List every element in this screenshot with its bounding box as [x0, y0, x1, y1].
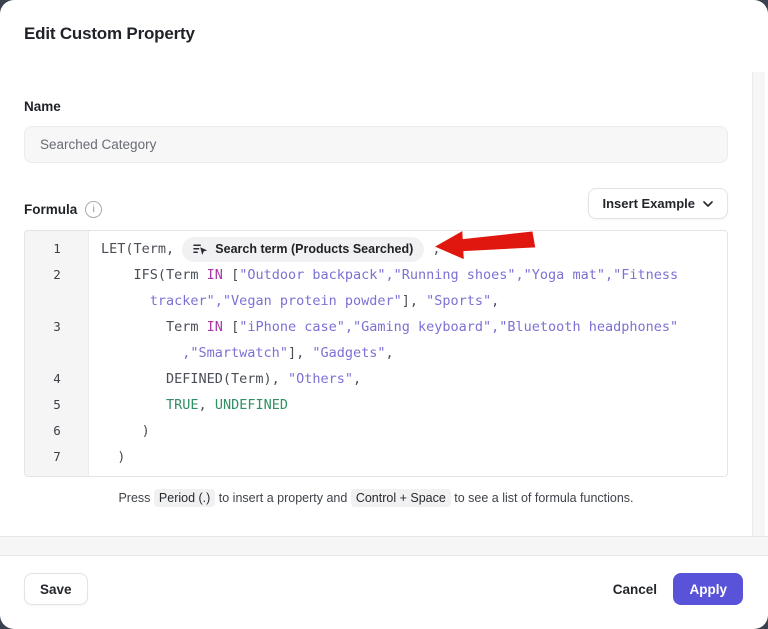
code-line: TRUE, UNDEFINED [89, 392, 288, 418]
code-line: Term IN ["iPhone case","Gaming keyboard"… [89, 314, 678, 366]
code-token [101, 345, 182, 361]
code-token: ) [101, 423, 150, 439]
code-token: IN [207, 319, 223, 335]
formula-editor[interactable]: 1LET(Term, Search term (Products Searche… [24, 230, 728, 477]
code-token: "iPhone case","Gaming keyboard","Bluetoo… [239, 319, 678, 335]
code-line: ) [89, 418, 150, 444]
code-token: , [199, 397, 215, 413]
code-line: ) [89, 444, 125, 470]
formula-label: Formula [24, 202, 77, 217]
hint-text: Press [118, 491, 153, 505]
code-token: LET(Term, [101, 241, 182, 257]
code-token: [ [223, 267, 239, 283]
name-label: Name [24, 99, 61, 114]
editor-line: 3 Term IN ["iPhone case","Gaming keyboar… [25, 314, 727, 366]
vertical-scrollbar[interactable] [752, 72, 765, 536]
line-number: 6 [25, 418, 89, 444]
property-chip-label: Search term (Products Searched) [215, 236, 413, 262]
horizontal-scrollbar[interactable] [0, 536, 768, 556]
editor-line: 1LET(Term, Search term (Products Searche… [25, 236, 727, 262]
code-line: DEFINED(Term), "Others", [89, 366, 361, 392]
code-line: LET(Term, Search term (Products Searched… [89, 236, 441, 262]
cancel-button[interactable]: Cancel [605, 573, 665, 605]
name-input[interactable] [24, 126, 728, 163]
property-cursor-icon [193, 243, 208, 256]
code-token: "Sports" [426, 293, 491, 309]
kbd-period: Period (.) [154, 489, 215, 507]
insert-example-button[interactable]: Insert Example [588, 188, 729, 219]
formula-editor-lines: 1LET(Term, Search term (Products Searche… [25, 236, 727, 470]
line-number: 5 [25, 392, 89, 418]
hint-text: to see a list of formula functions. [451, 491, 634, 505]
editor-line: 7 ) [25, 444, 727, 470]
code-token: "Outdoor backpack","Running shoes","Yoga… [239, 267, 678, 283]
code-token: ,"Smartwatch" [182, 345, 288, 361]
line-number: 1 [25, 236, 89, 262]
code-token: , [386, 345, 394, 361]
code-token: IN [207, 267, 223, 283]
line-number: 2 [25, 262, 89, 314]
property-chip[interactable]: Search term (Products Searched) [182, 237, 424, 262]
code-token: DEFINED(Term), [101, 371, 288, 387]
insert-example-label: Insert Example [603, 196, 696, 211]
line-number: 3 [25, 314, 89, 366]
code-token: "Others" [288, 371, 353, 387]
code-token: TRUE [166, 397, 199, 413]
editor-line: 2 IFS(Term IN ["Outdoor backpack","Runni… [25, 262, 727, 314]
code-token: "Gadgets" [312, 345, 385, 361]
line-number: 4 [25, 366, 89, 392]
chevron-down-icon [703, 201, 713, 207]
code-token [101, 397, 166, 413]
code-token: Term [101, 319, 207, 335]
formula-header: Formula i [24, 201, 102, 218]
code-token: IFS(Term [101, 267, 207, 283]
code-token: , [353, 371, 361, 387]
code-token [101, 293, 150, 309]
editor-line: 5 TRUE, UNDEFINED [25, 392, 727, 418]
code-token: , [424, 241, 440, 257]
keyboard-hint: Press Period (.) to insert a property an… [24, 491, 728, 505]
code-token: ], [288, 345, 312, 361]
code-token: UNDEFINED [215, 397, 288, 413]
hint-text: to insert a property and [215, 491, 351, 505]
kbd-control-space: Control + Space [351, 489, 451, 507]
code-line: IFS(Term IN ["Outdoor backpack","Running… [89, 262, 678, 314]
code-token: ) [101, 449, 125, 465]
apply-button[interactable]: Apply [673, 573, 743, 605]
edit-custom-property-dialog: Edit Custom Property Name Formula i Inse… [0, 0, 768, 629]
line-number: 7 [25, 444, 89, 470]
code-token: [ [223, 319, 239, 335]
code-token: ], [402, 293, 426, 309]
dialog-title: Edit Custom Property [24, 24, 195, 44]
code-token: , [491, 293, 499, 309]
save-button[interactable]: Save [24, 573, 88, 605]
info-icon[interactable]: i [85, 201, 102, 218]
code-token: tracker","Vegan protein powder" [150, 293, 402, 309]
editor-line: 4 DEFINED(Term), "Others", [25, 366, 727, 392]
editor-line: 6 ) [25, 418, 727, 444]
